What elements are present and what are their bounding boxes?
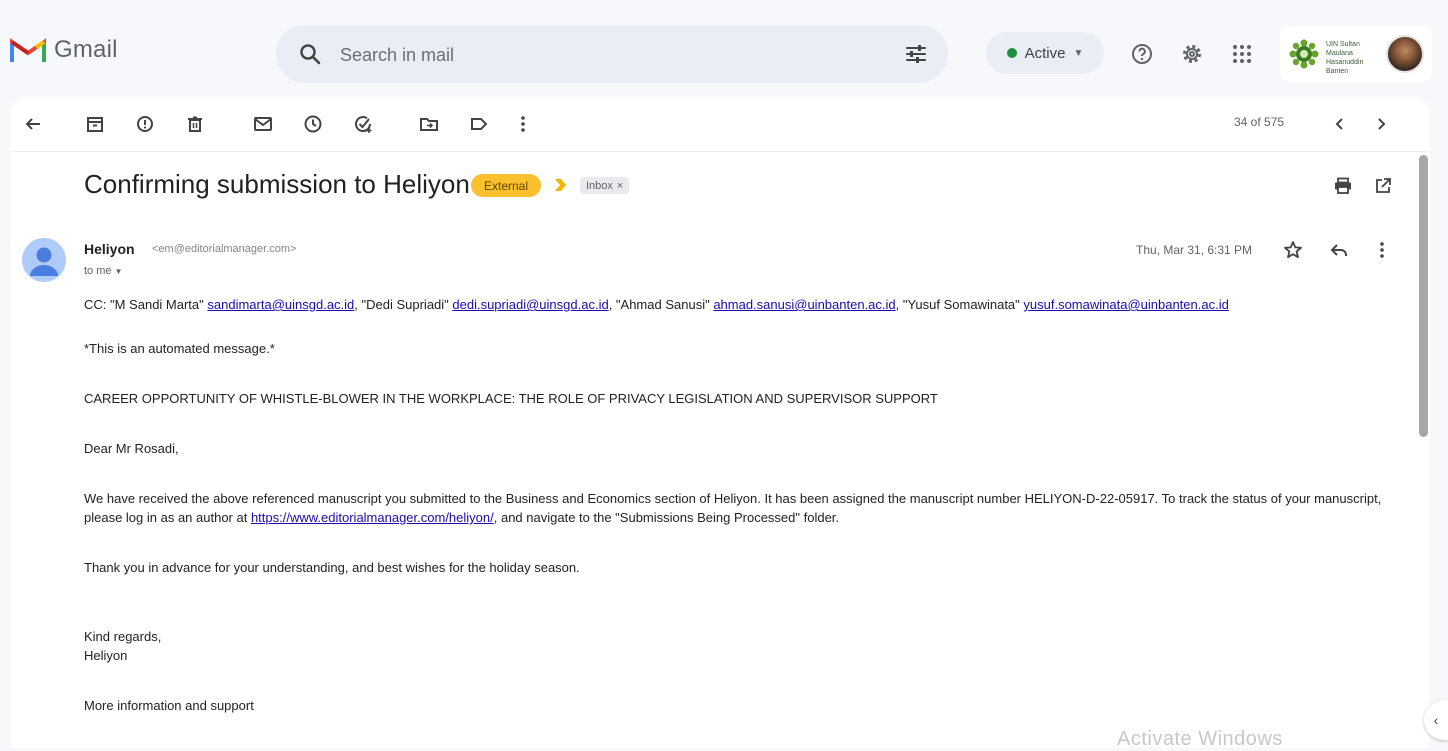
toolbar-divider: [10, 151, 1430, 152]
more-options-icon[interactable]: [510, 111, 536, 137]
greeting: Dear Mr Rosadi,: [84, 441, 179, 456]
thanks-line: Thank you in advance for your understand…: [84, 560, 580, 575]
label-icon[interactable]: [466, 111, 492, 137]
cc-email-link[interactable]: dedi.supriadi@uinsgd.ac.id: [452, 297, 608, 312]
more-info-line: More information and support: [84, 698, 254, 713]
chevron-left-icon: ‹: [1433, 712, 1439, 728]
user-avatar[interactable]: [1386, 35, 1424, 73]
paragraph-text: , and navigate to the "Submissions Being…: [493, 510, 840, 525]
email-view: 34 of 575 Confirming submission to Heliy…: [10, 97, 1430, 748]
cc-label: CC:: [84, 297, 107, 312]
sender-name[interactable]: Heliyon: [84, 241, 135, 257]
cc-recipient-name: , "Dedi Supriadi": [354, 297, 453, 312]
search-bar[interactable]: [276, 25, 948, 85]
account-switcher[interactable]: UIN Sultan Maulana Hasanuddin Banten: [1280, 26, 1432, 82]
previous-email-icon[interactable]: [1327, 111, 1353, 137]
inbox-label-text: Inbox: [586, 179, 613, 192]
recipient-details-toggle[interactable]: to me ▼: [84, 265, 123, 277]
app-name: Gmail: [54, 36, 118, 63]
default-person-icon: [30, 247, 58, 276]
signature: Heliyon: [84, 648, 128, 663]
sender-email: <em@editorialmanager.com>: [152, 243, 297, 255]
message-more-options-icon[interactable]: [1369, 237, 1395, 263]
cc-recipient-name: , "Yusuf Somawinata": [895, 297, 1024, 312]
automated-notice: *This is an automated message.*: [84, 341, 275, 356]
chevron-down-icon: ▼: [114, 267, 123, 276]
pagination-count: 34 of 575: [1234, 115, 1285, 129]
snooze-icon[interactable]: [300, 111, 326, 137]
editorial-manager-link[interactable]: https://www.editorialmanager.com/heliyon…: [251, 510, 494, 525]
print-icon[interactable]: [1330, 173, 1356, 199]
gmail-logo-icon: [10, 38, 46, 62]
cc-recipient-name: , "Ahmad Sanusi": [608, 297, 714, 312]
back-icon[interactable]: [20, 111, 46, 137]
closing-regards: Kind regards,: [84, 629, 162, 644]
move-to-icon[interactable]: [416, 111, 442, 137]
open-in-new-window-icon[interactable]: [1370, 173, 1396, 199]
email-body: CC: "M Sandi Marta" sandimarta@uinsgd.ac…: [84, 295, 1384, 715]
body-paragraph: We have received the above referenced ma…: [84, 489, 1384, 527]
cc-email-link[interactable]: ahmad.sanusi@uinbanten.ac.id: [713, 297, 895, 312]
archive-icon[interactable]: [82, 111, 108, 137]
add-task-icon[interactable]: [350, 111, 376, 137]
external-badge: External: [471, 174, 541, 197]
chevron-down-icon: ▼: [1073, 47, 1084, 59]
manuscript-title: CAREER OPPORTUNITY OF WHISTLE-BLOWER IN …: [84, 391, 938, 406]
search-input[interactable]: [338, 25, 882, 85]
scrollbar-thumb[interactable]: [1419, 155, 1428, 437]
status-label: Active: [1024, 44, 1066, 62]
cc-email-link[interactable]: sandimarta@uinsgd.ac.id: [207, 297, 354, 312]
organization-name: UIN Sultan Maulana Hasanuddin Banten: [1326, 41, 1364, 75]
remove-label-icon[interactable]: ×: [617, 180, 623, 192]
organization-logo-icon: [1289, 39, 1319, 69]
search-icon[interactable]: [298, 42, 322, 66]
cc-email-link[interactable]: yusuf.somawinata@uinbanten.ac.id: [1023, 297, 1228, 312]
search-options-icon[interactable]: [904, 42, 928, 66]
help-icon[interactable]: [1128, 40, 1156, 68]
cc-recipient-name: "M Sandi Marta": [106, 297, 208, 312]
mark-unread-icon[interactable]: [250, 111, 276, 137]
cc-line: CC: "M Sandi Marta" sandimarta@uinsgd.ac…: [84, 295, 1384, 314]
email-date: Thu, Mar 31, 6:31 PM: [1136, 243, 1253, 257]
status-selector[interactable]: Active ▼: [986, 32, 1104, 74]
gmail-logo[interactable]: Gmail: [10, 36, 118, 64]
next-email-icon[interactable]: [1368, 111, 1394, 137]
email-subject: Confirming submission to Heliyon: [84, 169, 470, 199]
status-dot-icon: [1006, 48, 1017, 58]
reply-icon[interactable]: [1326, 237, 1352, 263]
recipient-label: to me: [84, 265, 112, 277]
settings-gear-icon[interactable]: [1178, 40, 1206, 68]
inbox-label-badge[interactable]: Inbox ×: [580, 177, 630, 194]
sender-avatar[interactable]: [22, 238, 66, 282]
report-spam-icon[interactable]: [132, 111, 158, 137]
top-bar: Gmail Active ▼: [0, 0, 1448, 104]
delete-icon[interactable]: [182, 111, 208, 137]
apps-grid-icon[interactable]: [1228, 40, 1256, 68]
importance-marker-icon[interactable]: [553, 177, 569, 193]
star-icon[interactable]: [1280, 237, 1306, 263]
